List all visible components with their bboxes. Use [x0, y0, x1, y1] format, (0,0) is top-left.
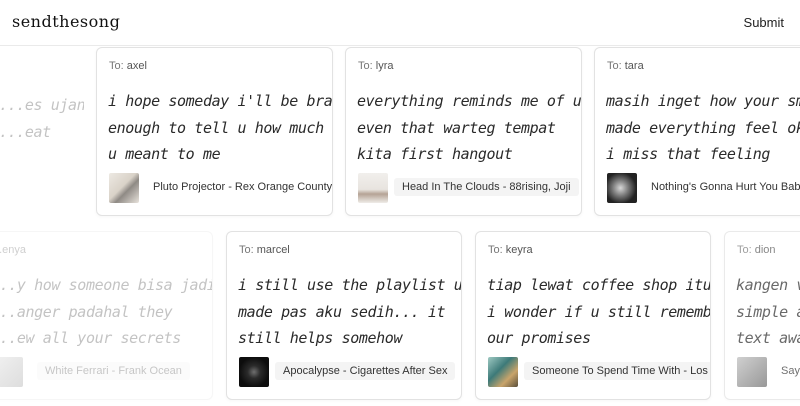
song-title: Pluto Projector - Rex Orange County — [153, 181, 333, 193]
song-attachment[interactable]: Apocalypse - Cigarettes After Sex — [239, 357, 456, 387]
message-text: masih inget how your smile made everythi… — [606, 88, 800, 168]
message-line: our promises — [487, 329, 591, 347]
message-line: simple a... — [736, 302, 800, 321]
message-line: i miss that feeling — [606, 145, 770, 163]
message-line: masih inget how your smile — [606, 92, 800, 110]
song-attachment[interactable]: White Ferrari - Frank Ocean — [0, 357, 200, 387]
recipient-name: axel — [126, 60, 147, 72]
song-title: Head In The Clouds - 88rising, Joji — [394, 178, 579, 196]
submit-link[interactable]: Submit — [744, 15, 784, 30]
message-text: everything reminds me of u, even that wa… — [357, 88, 582, 168]
message-text: ...y how someone bisa jadi ...anger pada… — [0, 272, 213, 352]
song-attachment[interactable]: Someone To Spend Time With - Los — [488, 357, 710, 387]
message-line: text awa... — [736, 329, 800, 347]
message-card[interactable]: ...enya ...y how someone bisa jadi ...an… — [0, 231, 213, 400]
recipient-name: ...enya — [0, 244, 27, 256]
top-bar: sendthesong Submit — [0, 0, 800, 46]
song-attachment[interactable]: Say — [737, 357, 800, 387]
message-line: tiap lewat coffee shop itu — [487, 276, 711, 294]
song-attachment[interactable]: Pluto Projector - Rex Orange County — [109, 173, 332, 203]
message-line: ...y how someone bisa jadi — [0, 276, 213, 294]
message-text: kangen v... simple a... text awa... — [736, 272, 800, 352]
message-card[interactable]: To: lyra everything reminds me of u, eve… — [345, 47, 582, 216]
recipient: To: marcel — [239, 244, 290, 256]
recipient: To: axel — [109, 60, 147, 72]
brand-logo[interactable]: sendthesong — [12, 12, 120, 31]
message-card[interactable]: ...es ujan ...eat — [0, 47, 85, 215]
album-art — [239, 357, 269, 387]
song-title: Apocalypse - Cigarettes After Sex — [275, 362, 456, 380]
message-card[interactable]: To: marcel i still use the playlist u ma… — [226, 231, 462, 400]
message-card[interactable]: To: axel i hope someday i'll be brave en… — [96, 47, 333, 216]
recipient: To: dion — [737, 244, 776, 256]
album-art — [488, 357, 518, 387]
message-text: i still use the playlist u made pas aku … — [238, 272, 462, 352]
message-line: even that warteg tempat — [357, 118, 556, 137]
album-art — [0, 357, 23, 387]
message-text: ...es ujan ...eat — [0, 92, 85, 145]
message-line: ...eat — [0, 122, 51, 141]
message-line: ...ew all your secrets — [0, 329, 181, 347]
song-attachment[interactable]: Head In The Clouds - 88rising, Joji — [358, 173, 579, 203]
recipient: To: lyra — [358, 60, 393, 72]
message-line: i wonder if u still remember — [487, 302, 711, 321]
message-line: made everything feel okay — [606, 118, 800, 137]
album-art — [109, 173, 139, 203]
to-label: To: — [607, 60, 622, 72]
to-label: To: — [109, 60, 124, 72]
message-line: enough to tell u how much — [108, 118, 324, 137]
message-line: still helps somehow — [238, 329, 402, 347]
album-art — [737, 357, 767, 387]
message-line: everything reminds me of u, — [357, 92, 582, 110]
to-label: To: — [239, 244, 254, 256]
message-line: i hope someday i'll be brave — [108, 92, 333, 110]
message-card[interactable]: To: tara masih inget how your smile made… — [594, 47, 800, 216]
recipient-name: keyra — [505, 244, 533, 256]
song-attachment[interactable]: Nothing's Gonna Hurt You Baby - — [607, 173, 800, 203]
message-line: u meant to me — [108, 145, 221, 163]
recipient: To: tara — [607, 60, 644, 72]
message-card[interactable]: To: keyra tiap lewat coffee shop itu i w… — [475, 231, 711, 400]
message-line: ...es ujan — [0, 96, 85, 114]
message-text: i hope someday i'll be brave enough to t… — [108, 88, 333, 168]
album-art — [607, 173, 637, 203]
song-title: Say — [781, 365, 800, 377]
message-line: i still use the playlist u — [238, 276, 462, 294]
message-line: made pas aku sedih... it — [238, 302, 446, 321]
message-line: ...anger padahal they — [0, 302, 173, 321]
song-title: White Ferrari - Frank Ocean — [37, 362, 190, 380]
to-label: To: — [488, 244, 503, 256]
recipient-name: marcel — [256, 244, 290, 256]
recipient-name: tara — [624, 60, 644, 72]
recipient-name: dion — [754, 244, 776, 256]
message-text: tiap lewat coffee shop itu i wonder if u… — [487, 272, 711, 352]
message-card[interactable]: To: dion kangen v... simple a... text aw… — [724, 231, 800, 400]
recipient: To: keyra — [488, 244, 533, 256]
recipient-name: lyra — [375, 60, 394, 72]
to-label: To: — [358, 60, 373, 72]
message-line: kangen v... — [736, 276, 800, 294]
song-title: Nothing's Gonna Hurt You Baby - — [651, 181, 800, 193]
song-title: Someone To Spend Time With - Los — [524, 362, 710, 380]
recipient: ...enya — [0, 244, 26, 256]
album-art — [358, 173, 388, 203]
message-line: kita first hangout — [357, 145, 513, 163]
to-label: To: — [737, 244, 752, 256]
